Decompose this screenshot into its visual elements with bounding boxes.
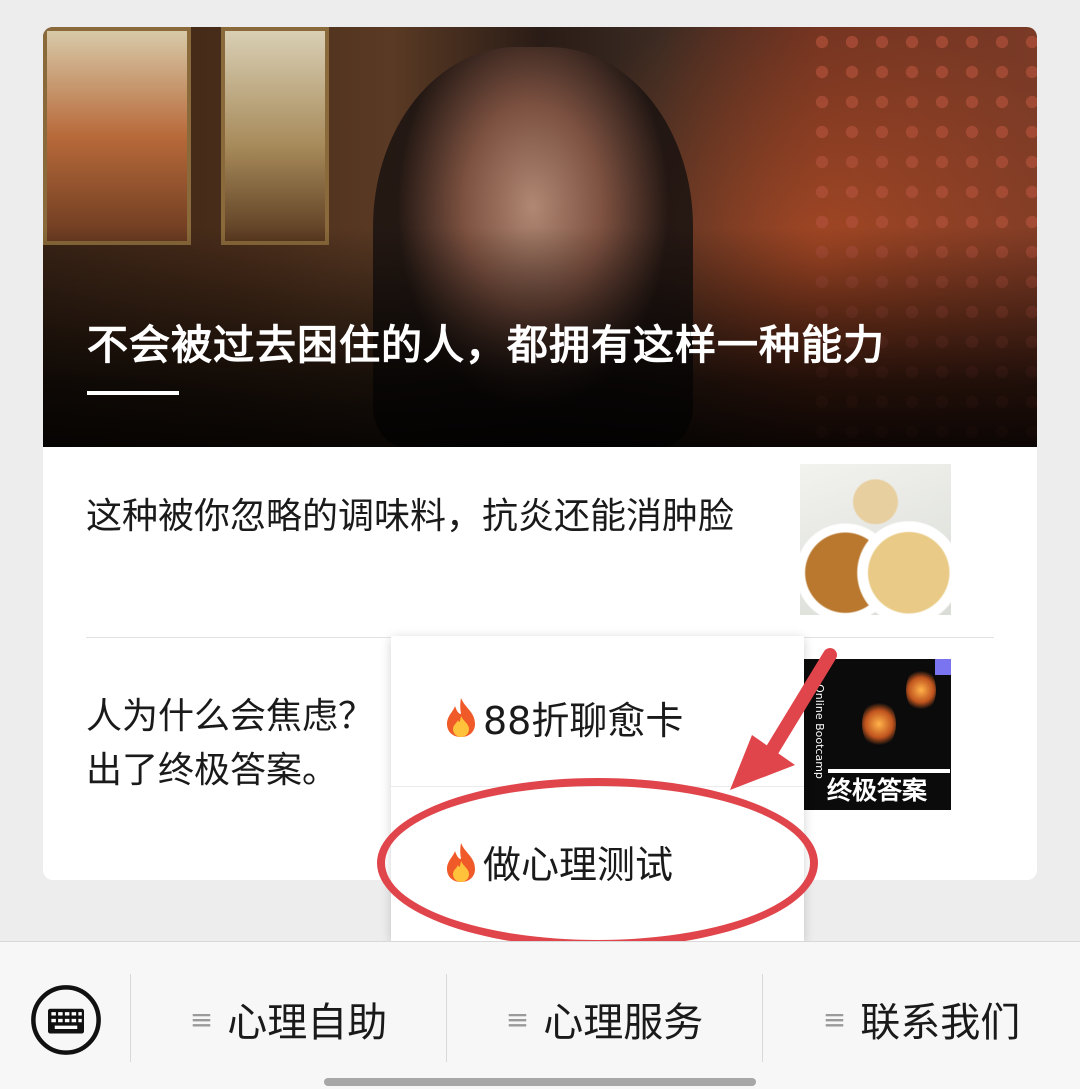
lamp-glow [862, 699, 896, 749]
menu-lines-icon: ≡ [822, 1002, 847, 1036]
article-item-1-title[interactable]: 这种被你忽略的调味料，抗炎还能消肿脸 [86, 490, 792, 544]
hero-image-poster [43, 27, 191, 245]
menu-button-self-help[interactable]: ≡ 心理自助 [131, 982, 446, 1056]
menu-button-contact[interactable]: ≡ 联系我们 [763, 982, 1080, 1056]
home-indicator[interactable] [324, 1078, 756, 1086]
lamp-glow [906, 667, 936, 713]
bottom-menu-bar: ≡ 心理自助 ≡ 心理服务 ≡ 联系我们 [0, 941, 1080, 1089]
menu-button-services[interactable]: ≡ 心理服务 [447, 982, 762, 1056]
hero-image-poster [221, 27, 329, 245]
hero-title: 不会被过去困住的人，都拥有这样一种能力 [87, 321, 885, 369]
fire-icon [447, 698, 475, 737]
menu-button-label: 心理自助 [227, 1000, 388, 1046]
hero-article[interactable]: 不会被过去困住的人，都拥有这样一种能力 [43, 27, 1037, 447]
article-title: 这种被你忽略的调味料，抗炎还能消肿脸 [86, 496, 735, 537]
menu-lines-icon: ≡ [189, 1002, 214, 1036]
article-item-1-thumbnail[interactable] [800, 464, 951, 615]
hero-underline [87, 391, 179, 395]
keyboard-icon[interactable] [30, 984, 102, 1056]
accent-square [935, 659, 951, 675]
menu-button-label: 联系我们 [860, 1000, 1021, 1046]
highlight-arrow-icon [730, 648, 837, 790]
menu-button-label: 心理服务 [543, 1000, 704, 1046]
submenu-item-label: 88折聊愈卡 [483, 698, 684, 743]
menu-lines-icon: ≡ [505, 1002, 530, 1036]
